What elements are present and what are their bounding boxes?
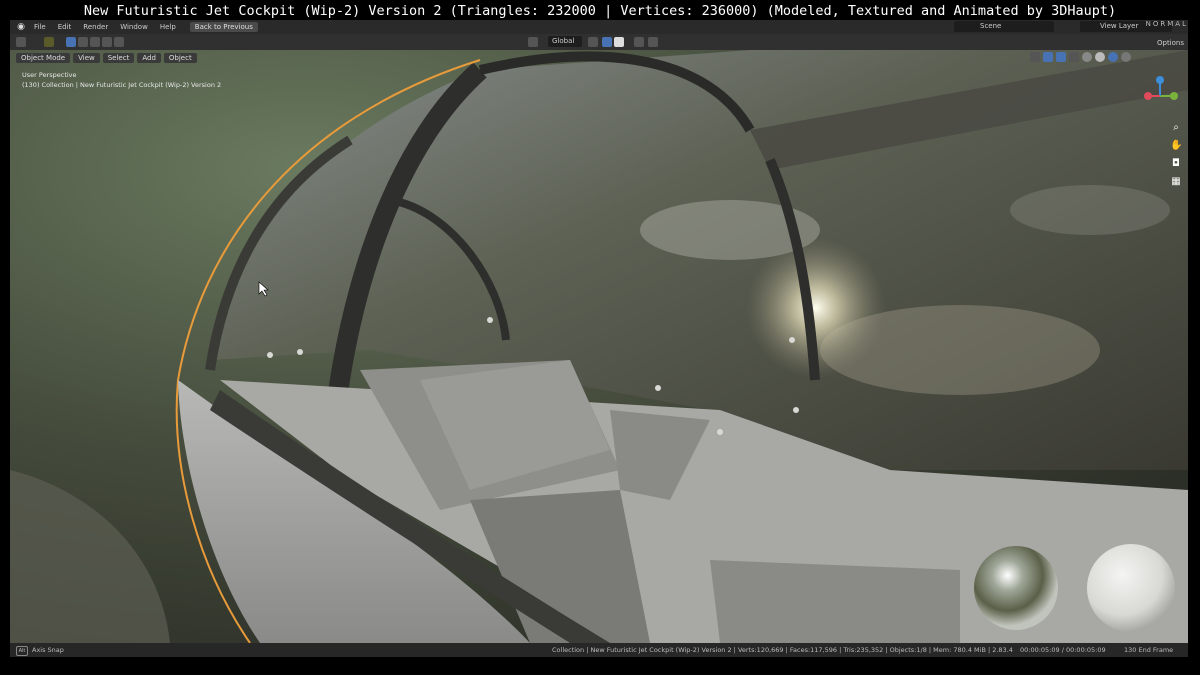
viewport-info-overlay: User Perspective (130) Collection | New … [22,70,221,90]
editor-type-icon[interactable] [16,37,26,47]
rendered-shading-icon[interactable] [1121,52,1131,62]
hdri-chrome-sphere [974,546,1058,630]
alt-key-badge: Alt [16,646,28,656]
falloff-icon[interactable] [648,37,658,47]
scene-selector[interactable]: Scene [954,21,1054,32]
axis-snap-hint: Axis Snap [32,646,64,654]
material-shading-icon[interactable] [1108,52,1118,62]
blender-top-bar: ◉ File Edit Render Window Help Back to P… [10,20,1188,34]
gizmo-y-axis-icon[interactable] [1170,92,1178,100]
add-menu[interactable]: Add [137,53,161,63]
view-layer-name: View Layer [1100,22,1139,30]
scene-name: Scene [980,22,1002,30]
xray-toggle-icon[interactable] [1069,52,1079,62]
cockpit-render [10,50,1188,643]
view-menu[interactable]: View [73,53,100,63]
back-to-previous-button[interactable]: Back to Previous [189,22,258,32]
pivot-point-icon[interactable] [588,37,598,47]
visibility-icon[interactable] [1030,52,1040,62]
menu-file[interactable]: File [28,23,52,31]
object-menu[interactable]: Object [163,53,197,63]
tool-header: Global Options [10,34,1188,50]
orientation-dropdown[interactable]: Global [548,36,582,47]
select-intersect-icon[interactable] [114,37,124,47]
scene-statistics: Collection | New Futuristic Jet Cockpit … [552,646,1013,654]
select-extend-icon[interactable] [78,37,88,47]
proportional-edit-icon[interactable] [634,37,644,47]
menu-render[interactable]: Render [77,23,114,31]
orientation-value: Global [552,37,575,45]
solid-shading-icon[interactable] [1095,52,1105,62]
select-box-mode-icon[interactable] [66,37,76,47]
normal-label: NORMAL [1145,20,1188,28]
viewport-header: Object Mode View Select Add Object [16,53,197,63]
snap-element-icon[interactable] [614,37,624,47]
zoom-icon[interactable]: ⌕ [1170,122,1182,134]
options-button[interactable]: Options [1157,39,1184,47]
snap-toggle-icon[interactable] [602,37,612,47]
menu-window[interactable]: Window [114,23,154,31]
3d-viewport[interactable]: Object Mode View Select Add Object User … [10,50,1188,643]
view-name: User Perspective [22,71,77,79]
blender-logo-icon[interactable]: ◉ [14,22,28,32]
timeline-time: 00:00:05:09 / 00:00:05:09 [1020,646,1106,654]
wireframe-shading-icon[interactable] [1082,52,1092,62]
shading-controls [1030,52,1131,62]
select-subtract-icon[interactable] [90,37,100,47]
orthographic-grid-icon[interactable]: ▦ [1170,176,1182,188]
gizmo-x-axis-icon[interactable] [1144,92,1152,100]
menu-help[interactable]: Help [154,23,182,31]
select-tool-icon[interactable] [44,37,54,47]
gizmo-toggle-icon[interactable] [1043,52,1053,62]
select-invert-icon[interactable] [102,37,112,47]
end-frame-label: 130 End Frame [1124,646,1174,654]
video-title-caption: New Futuristic Jet Cockpit (Wip-2) Versi… [83,3,1117,19]
hdri-diffuse-sphere [1087,544,1175,632]
object-mode-dropdown[interactable]: Object Mode [16,53,71,63]
camera-view-icon[interactable]: ◘ [1170,158,1182,170]
gizmo-z-axis-icon[interactable] [1156,76,1164,84]
overlay-toggle-icon[interactable] [1056,52,1066,62]
navigation-gizmo[interactable] [1140,72,1184,112]
menu-edit[interactable]: Edit [52,23,78,31]
transform-orientation-icon[interactable] [528,37,538,47]
collection-info: (130) Collection | New Futuristic Jet Co… [22,81,222,89]
pan-hand-icon[interactable]: ✋ [1170,140,1182,152]
status-bar: Alt Axis Snap Collection | New Futuristi… [10,643,1188,657]
select-menu[interactable]: Select [102,53,135,63]
